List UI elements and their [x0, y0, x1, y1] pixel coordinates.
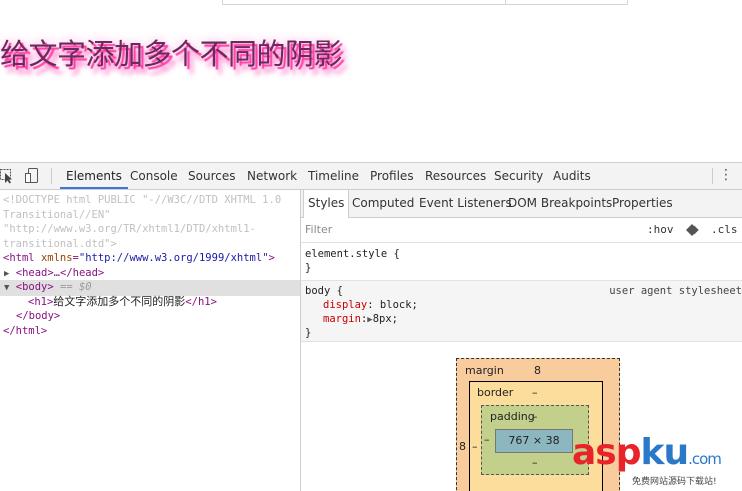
- styles-filter-input[interactable]: Filter: [305, 223, 332, 236]
- hover-state-toggle[interactable]: :hov: [647, 223, 674, 236]
- expand-arrow-icon[interactable]: ▶: [4, 269, 9, 279]
- tab-timeline[interactable]: Timeline: [308, 163, 359, 189]
- element-style-rule[interactable]: element.style { }: [301, 243, 742, 281]
- tab-audits[interactable]: Audits: [553, 163, 591, 189]
- border-top-value[interactable]: –: [532, 386, 538, 399]
- body-selector: body {: [305, 285, 343, 297]
- tab-profiles[interactable]: Profiles: [370, 163, 414, 189]
- elements-dom-tree: <!DOCTYPE html PUBLIC "-//W3C//DTD XHTML…: [0, 190, 301, 491]
- subtab-event-listeners[interactable]: Event Listeners: [419, 190, 512, 217]
- padding-top-value[interactable]: –: [532, 410, 538, 423]
- margin-left-value[interactable]: 8: [459, 440, 466, 453]
- body-close-tag[interactable]: </body>: [16, 309, 60, 324]
- margin-top-value[interactable]: 8: [534, 364, 541, 377]
- border-label: border: [477, 386, 514, 399]
- tab-resources[interactable]: Resources: [425, 163, 486, 189]
- border-left-value[interactable]: –: [472, 440, 478, 453]
- rule-close-brace: }: [305, 262, 312, 274]
- styles-subtabs: Styles Computed Event Listeners DOM Brea…: [301, 190, 742, 218]
- padding-left-value[interactable]: –: [484, 433, 490, 446]
- site-watermark-logo: aspku.com 免费网站源码下载站!: [572, 432, 722, 487]
- subtab-dom-breakpoints[interactable]: DOM Breakpoints: [508, 190, 612, 217]
- collapse-arrow-icon[interactable]: ▼: [0, 283, 9, 293]
- css-property-row[interactable]: display: block;: [323, 298, 418, 312]
- body-ua-rule[interactable]: body { user agent stylesheet display: bl…: [301, 281, 742, 342]
- h1-node[interactable]: <h1>给文字添加多个不同的阴影</h1>: [28, 295, 217, 310]
- subtab-properties[interactable]: Properties: [612, 190, 673, 217]
- element-style-selector: element.style {: [305, 248, 400, 260]
- margin-label: margin: [465, 364, 504, 377]
- devtools-tabbar: Elements Console Sources Network Timelin…: [0, 163, 742, 190]
- subtab-styles[interactable]: Styles: [303, 190, 350, 218]
- address-bar-fragment[interactable]: [222, 0, 628, 5]
- box-model-content[interactable]: 767 × 38: [495, 429, 573, 453]
- inspect-element-icon[interactable]: [0, 168, 14, 184]
- doctype-line[interactable]: transitional.dtd">: [3, 237, 117, 252]
- body-node-selected[interactable]: ▼ <body> == $0: [0, 280, 300, 296]
- class-toggle[interactable]: .cls: [711, 223, 738, 236]
- tab-console[interactable]: Console: [130, 163, 178, 189]
- page-heading: 给文字添加多个不同的阴影: [0, 37, 343, 71]
- tab-network[interactable]: Network: [247, 163, 297, 189]
- doctype-line[interactable]: Transitional//EN": [3, 208, 110, 223]
- more-options-icon[interactable]: ⋮: [719, 168, 733, 182]
- device-mode-icon[interactable]: [24, 168, 40, 184]
- tab-elements[interactable]: Elements: [60, 163, 128, 189]
- color-format-icon[interactable]: [685, 223, 701, 240]
- rule-close-brace: }: [305, 327, 312, 339]
- head-node[interactable]: ▶ <head>…</head>: [4, 266, 104, 282]
- css-property-row[interactable]: margin:▶8px;: [323, 312, 398, 327]
- html-close-tag[interactable]: </html>: [3, 324, 47, 339]
- styles-filter-bar: Filter :hov .cls: [301, 218, 742, 243]
- tab-security[interactable]: Security: [494, 163, 543, 189]
- html-node[interactable]: <html xmlns="http://www.w3.org/1999/xhtm…: [3, 251, 275, 266]
- doctype-line[interactable]: <!DOCTYPE html PUBLIC "-//W3C//DTD XHTML…: [3, 193, 281, 208]
- doctype-line[interactable]: "http://www.w3.org/TR/xhtml1/DTD/xhtml1-: [3, 222, 256, 237]
- padding-label: padding: [490, 410, 535, 423]
- padding-bottom-value[interactable]: –: [532, 456, 538, 469]
- tab-sources[interactable]: Sources: [188, 163, 235, 189]
- rule-source-label: user agent stylesheet: [609, 285, 742, 297]
- subtab-computed[interactable]: Computed: [352, 190, 414, 217]
